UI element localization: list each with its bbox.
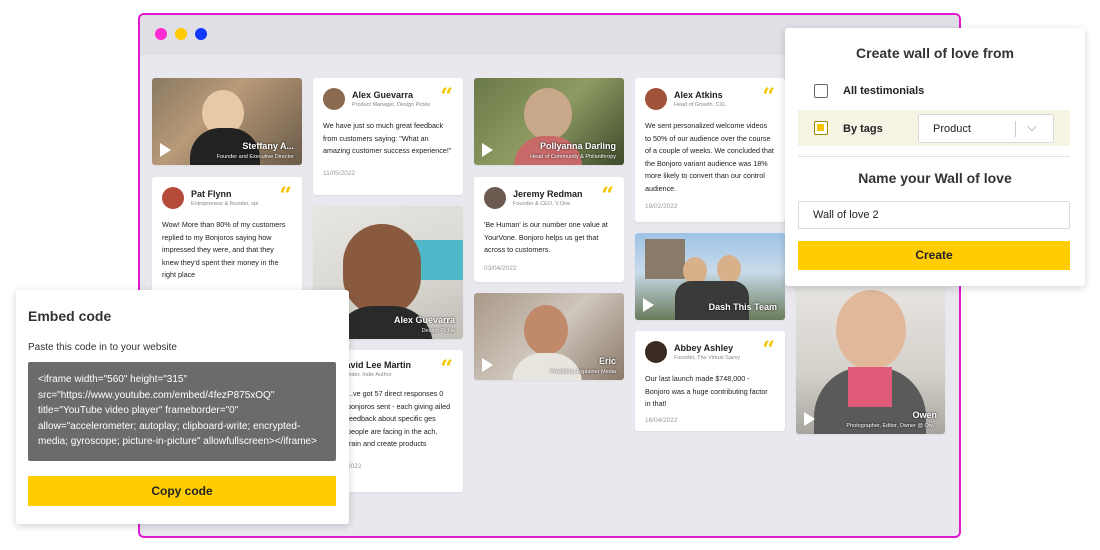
panel-title: Create wall of love from bbox=[856, 45, 1014, 61]
video-card[interactable]: Owen Photographer, Editor, Owner @ Ow... bbox=[796, 282, 945, 434]
video-subtitle: President, Explainer Media bbox=[550, 369, 616, 375]
tag-select-value: Product bbox=[933, 123, 971, 135]
shirt-thumbnail bbox=[848, 367, 892, 407]
author-name: David Lee Martin bbox=[339, 360, 412, 370]
testimonial-card[interactable]: Abbey Ashley Founder, The Virtual Savvy … bbox=[635, 331, 785, 431]
embed-subtitle: Paste this code in to your website bbox=[28, 342, 177, 353]
avatar bbox=[484, 187, 506, 209]
testimonial-text: We have just so much great feedback from… bbox=[323, 121, 452, 155]
checkbox-tags[interactable] bbox=[814, 121, 828, 135]
testimonial-card[interactable]: Alex Guevarra Product Manager, Design Pi… bbox=[313, 78, 463, 195]
building-thumbnail bbox=[645, 239, 685, 279]
create-wall-panel: Create wall of love from All testimonial… bbox=[785, 28, 1085, 286]
tag-select[interactable]: Product ⌵ bbox=[918, 114, 1054, 143]
testimonial-date: 16/04/2022 bbox=[645, 416, 678, 424]
author-title: Entrepreneur & founder, spi bbox=[191, 201, 259, 207]
quote-icon: “ bbox=[762, 84, 775, 110]
avatar bbox=[645, 341, 667, 363]
create-button[interactable]: Create bbox=[798, 241, 1070, 270]
quote-icon: “ bbox=[601, 183, 614, 209]
author-title: Head of Growth, CXL bbox=[674, 102, 727, 108]
author-title: Founder & CEO, V.One bbox=[513, 201, 571, 207]
testimonial-text: We sent personalized welcome videos to 5… bbox=[645, 121, 774, 193]
testimonial-text: 'Be Human' is our number one value at Yo… bbox=[484, 220, 608, 254]
video-card[interactable]: Eric President, Explainer Media bbox=[474, 293, 624, 380]
testimonial-date: 19/02/2022 bbox=[645, 203, 678, 210]
play-icon[interactable] bbox=[160, 143, 171, 157]
embed-code-box[interactable]: <iframe width="560" height="315" src="ht… bbox=[28, 362, 336, 461]
video-card[interactable]: Dash This Team bbox=[635, 233, 785, 320]
avatar bbox=[162, 187, 184, 209]
copy-code-button[interactable]: Copy code bbox=[28, 476, 336, 506]
avatar bbox=[645, 88, 667, 110]
embed-title: Embed code bbox=[28, 308, 112, 324]
testimonial-card[interactable]: Pat Flynn Entrepreneur & founder, spi “ … bbox=[152, 177, 302, 297]
video-name: Pollyanna Darling bbox=[539, 141, 616, 151]
avatar bbox=[323, 88, 345, 110]
author-name: Pat Flynn bbox=[191, 189, 232, 199]
video-subtitle: Founder and Executive Director bbox=[216, 154, 294, 160]
video-subtitle: Design Pickle bbox=[421, 328, 455, 334]
divider bbox=[798, 156, 1070, 157]
play-icon[interactable] bbox=[804, 412, 815, 426]
embed-code-panel: Embed code Paste this code in to your we… bbox=[16, 290, 349, 524]
person-thumbnail bbox=[524, 305, 568, 355]
name-title: Name your Wall of love bbox=[858, 170, 1012, 186]
author-title: Founder, The Virtual Savvy bbox=[674, 355, 741, 361]
maximize-dot[interactable] bbox=[195, 28, 207, 40]
person-thumbnail bbox=[343, 224, 421, 316]
wall-name-input[interactable]: Wall of love 2 bbox=[798, 201, 1070, 229]
author-name: Abbey Ashley bbox=[674, 343, 734, 353]
video-card[interactable]: Steffany A... Founder and Executive Dire… bbox=[152, 78, 302, 165]
people-thumbnail-body bbox=[675, 281, 749, 320]
play-icon[interactable] bbox=[643, 298, 654, 312]
author-name: Alex Guevarra bbox=[352, 90, 414, 100]
author-name: Jeremy Redman bbox=[513, 189, 583, 199]
testimonial-card[interactable]: Alex Atkins Head of Growth, CXL “ We sen… bbox=[635, 78, 785, 222]
testimonial-date: 11/05/2022 bbox=[323, 169, 356, 177]
select-divider bbox=[1015, 121, 1016, 137]
minimize-dot[interactable] bbox=[175, 28, 187, 40]
play-icon[interactable] bbox=[482, 143, 493, 157]
chevron-down-icon[interactable]: ⌵ bbox=[1027, 119, 1037, 135]
video-subtitle: Photographer, Editor, Owner @ Ow... bbox=[846, 423, 937, 429]
checkbox-all[interactable] bbox=[814, 84, 828, 98]
testimonial-text: Our last launch made $748,000 - Bonjoro … bbox=[645, 374, 768, 408]
option-tags-label: By tags bbox=[843, 123, 883, 135]
person-thumbnail bbox=[717, 255, 741, 283]
person-thumbnail bbox=[836, 290, 906, 370]
author-title: Founder, Indie Author bbox=[339, 372, 392, 378]
quote-icon: “ bbox=[440, 84, 453, 110]
testimonial-card[interactable]: Jeremy Redman Founder & CEO, V.One “ 'Be… bbox=[474, 177, 624, 282]
close-dot[interactable] bbox=[155, 28, 167, 40]
video-name: Dash This Team bbox=[708, 302, 777, 312]
video-name: Owen bbox=[912, 410, 937, 420]
option-all-testimonials[interactable]: All testimonials bbox=[798, 74, 1070, 110]
video-name: Eric bbox=[598, 356, 616, 366]
person-thumbnail-body bbox=[512, 353, 582, 380]
author-name: Alex Atkins bbox=[674, 90, 723, 100]
video-name: Alex Guevarra bbox=[393, 315, 455, 325]
video-subtitle: Head of Community & Philanthropy bbox=[530, 154, 616, 160]
testimonial-text: Wow! More than 80% of my customers repli… bbox=[162, 220, 286, 279]
person-thumbnail bbox=[524, 88, 572, 140]
quote-icon: “ bbox=[279, 183, 292, 209]
play-icon[interactable] bbox=[482, 358, 493, 372]
video-name: Steffany A... bbox=[242, 141, 294, 151]
quote-icon: “ bbox=[440, 356, 453, 382]
author-title: Product Manager, Design Pickle bbox=[352, 102, 431, 108]
option-by-tags[interactable]: By tags Product ⌵ bbox=[798, 110, 1070, 146]
video-card[interactable]: Pollyanna Darling Head of Community & Ph… bbox=[474, 78, 624, 165]
quote-icon: “ bbox=[762, 337, 775, 363]
testimonial-date: 03/04/2022 bbox=[484, 264, 517, 272]
option-all-label: All testimonials bbox=[843, 85, 925, 97]
